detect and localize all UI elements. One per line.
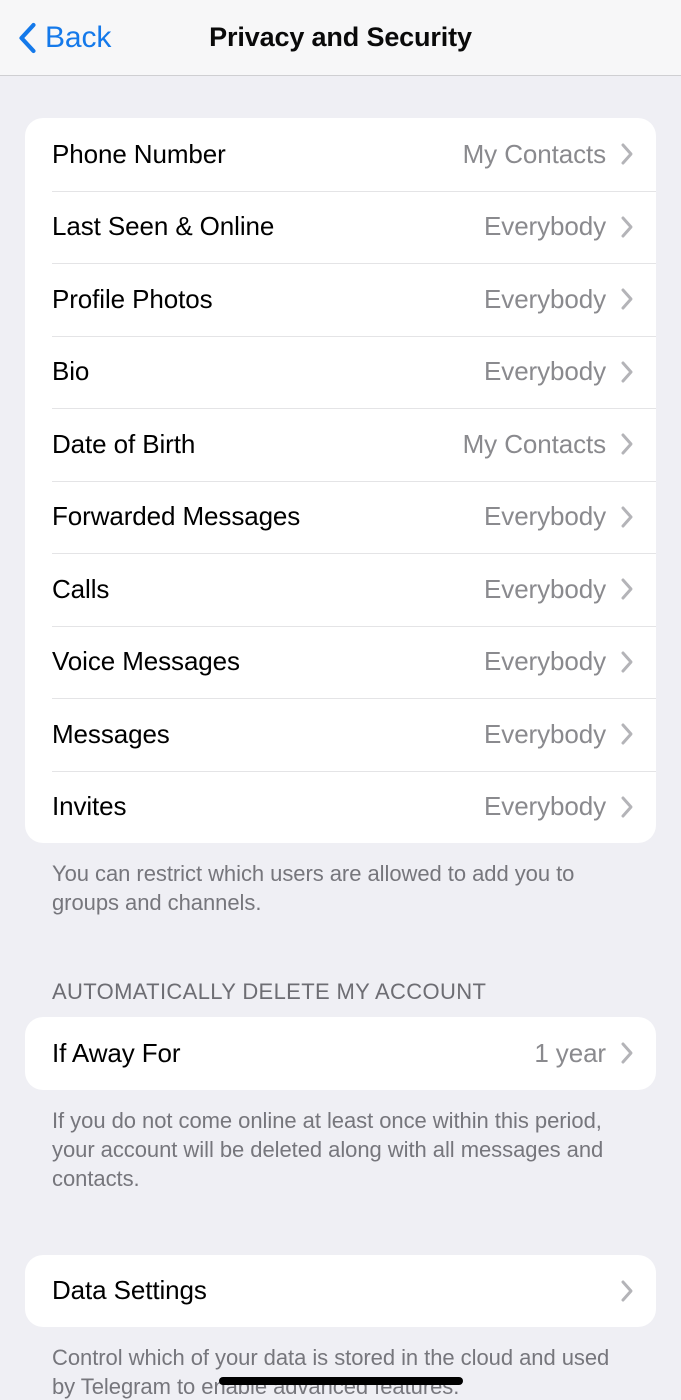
chevron-right-icon — [621, 433, 633, 455]
auto-delete-group: If Away For 1 year — [25, 1017, 656, 1090]
row-value: 1 year — [534, 1037, 606, 1068]
navigation-bar: Back Privacy and Security — [0, 0, 681, 76]
row-label: Profile Photos — [52, 283, 213, 314]
auto-delete-group-footnote: If you do not come online at least once … — [52, 1107, 604, 1191]
chevron-right-icon — [621, 216, 633, 238]
row-value: My Contacts — [462, 428, 606, 459]
row-label: Calls — [52, 573, 110, 604]
setting-row-phone-number[interactable]: Phone Number My Contacts — [25, 118, 656, 191]
privacy-settings-group: Phone Number My Contacts Last Seen & Onl… — [25, 118, 656, 843]
row-label: Last Seen & Online — [52, 211, 275, 242]
setting-row-profile-photos[interactable]: Profile Photos Everybody — [25, 263, 656, 336]
row-label: Messages — [52, 718, 170, 749]
row-label: Voice Messages — [52, 646, 240, 677]
row-label: Invites — [52, 791, 127, 822]
data-settings-group: Data Settings — [25, 1254, 656, 1328]
setting-row-calls[interactable]: Calls Everybody — [25, 553, 656, 626]
row-label: Bio — [52, 356, 90, 387]
setting-row-invites[interactable]: Invites Everybody — [25, 770, 656, 844]
spacer-before-auto-delete — [0, 917, 681, 979]
setting-row-data-settings[interactable]: Data Settings — [25, 1255, 656, 1328]
chevron-right-icon — [621, 143, 633, 165]
spacer-top — [0, 76, 681, 118]
chevron-right-icon — [621, 723, 633, 745]
row-value: Everybody — [484, 356, 606, 387]
settings-scroll-area[interactable]: Phone Number My Contacts Last Seen & Onl… — [0, 76, 681, 1400]
row-label: Data Settings — [52, 1275, 207, 1306]
home-indicator — [218, 1377, 463, 1385]
row-label: Forwarded Messages — [52, 501, 301, 532]
row-value: Everybody — [484, 718, 606, 749]
auto-delete-section-header: AUTOMATICALLY DELETE MY ACCOUNT — [52, 979, 487, 1004]
row-value: Everybody — [484, 283, 606, 314]
row-value: My Contacts — [462, 138, 606, 169]
row-value: Everybody — [484, 791, 606, 822]
row-value: Everybody — [484, 646, 606, 677]
setting-row-date-of-birth[interactable]: Date of Birth My Contacts — [25, 408, 656, 481]
chevron-right-icon — [621, 1042, 633, 1064]
setting-row-messages[interactable]: Messages Everybody — [25, 698, 656, 771]
chevron-right-icon — [621, 361, 633, 383]
chevron-right-icon — [621, 651, 633, 673]
setting-row-voice-messages[interactable]: Voice Messages Everybody — [25, 625, 656, 699]
setting-row-forwarded-messages[interactable]: Forwarded Messages Everybody — [25, 480, 656, 554]
row-label: If Away For — [52, 1037, 181, 1068]
setting-row-bio[interactable]: Bio Everybody — [25, 335, 656, 409]
data-settings-group-footnote: Control which of your data is stored in … — [52, 1345, 610, 1399]
chevron-right-icon — [621, 506, 633, 528]
setting-row-if-away-for[interactable]: If Away For 1 year — [25, 1017, 656, 1090]
row-label: Date of Birth — [52, 428, 196, 459]
back-button[interactable]: Back — [12, 0, 117, 75]
row-value: Everybody — [484, 573, 606, 604]
chevron-right-icon — [621, 1280, 633, 1302]
chevron-left-icon — [19, 22, 36, 53]
chevron-right-icon — [621, 578, 633, 600]
setting-row-last-seen-and-online[interactable]: Last Seen & Online Everybody — [25, 190, 656, 264]
chevron-right-icon — [621, 796, 633, 818]
row-label: Phone Number — [52, 138, 226, 169]
back-button-label: Back — [45, 20, 112, 54]
chevron-right-icon — [621, 288, 633, 310]
row-value: Everybody — [484, 211, 606, 242]
spacer-before-data-settings — [0, 1193, 681, 1255]
row-value: Everybody — [484, 501, 606, 532]
privacy-and-security-screen: Back Privacy and Security Phone Number M… — [0, 0, 681, 1400]
privacy-group-footnote: You can restrict which users are allowed… — [52, 861, 575, 915]
